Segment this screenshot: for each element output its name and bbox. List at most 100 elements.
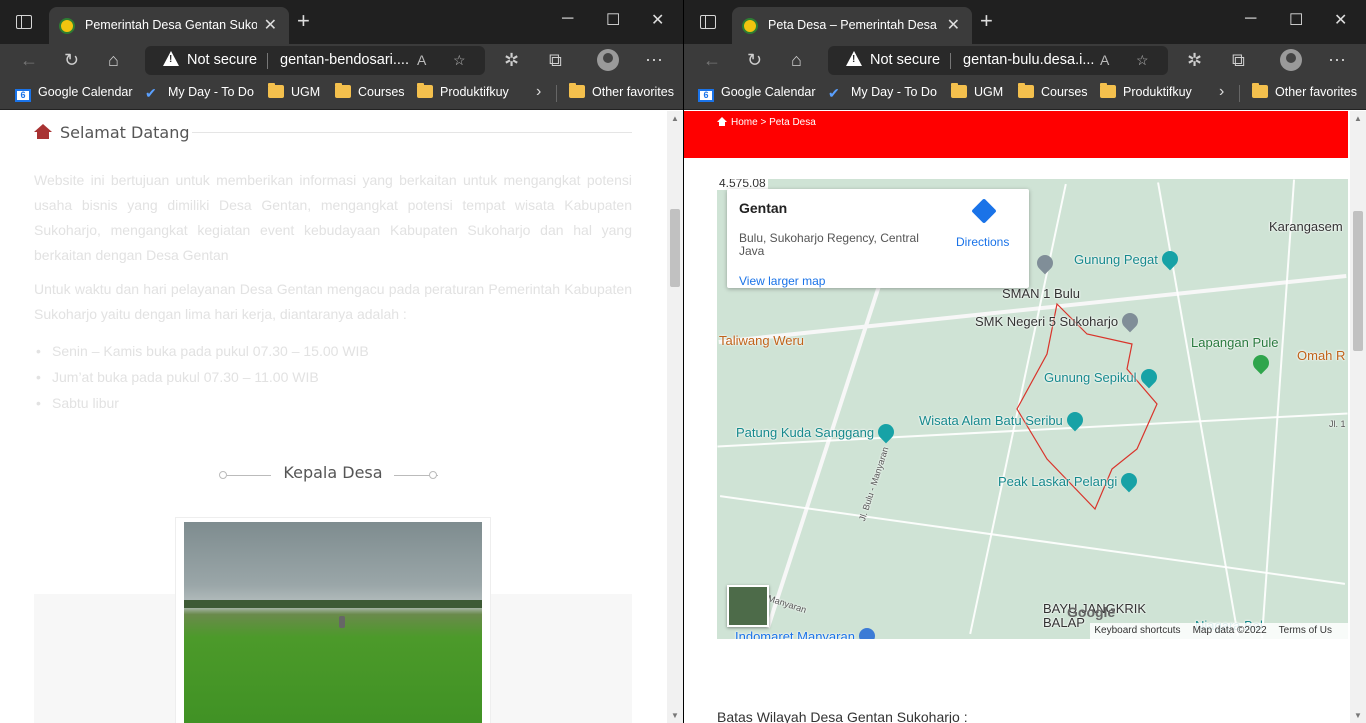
- todo-check-icon: ✔: [145, 85, 157, 101]
- village-head-photo: [184, 522, 482, 723]
- place-title: Gentan: [739, 200, 788, 216]
- maximize-icon[interactable]: ☐: [1289, 10, 1303, 30]
- place-patung-kuda[interactable]: Patung Kuda Sanggang: [736, 420, 898, 444]
- tab-active[interactable]: Pemerintah Desa Gentan Sukoharjo ✕: [49, 7, 289, 44]
- place-taliwang[interactable]: Taliwang Weru: [719, 333, 804, 348]
- scrollbar[interactable]: ▲ ▼: [1350, 111, 1366, 723]
- read-aloud-icon[interactable]: A: [417, 52, 426, 68]
- browser-window-right: Peta Desa – Pemerintah Desa Gentan ✕ + ─…: [684, 0, 1366, 723]
- warning-icon: [163, 51, 179, 66]
- extension-icon[interactable]: ✲: [504, 50, 519, 71]
- place-smk5[interactable]: SMK Negeri 5 Sukoharjo: [975, 309, 1142, 333]
- bookmark-produktifkuy[interactable]: Produktifkuy: [417, 83, 509, 99]
- page-banner: Home > Peta Desa: [684, 111, 1348, 158]
- address-bar[interactable]: Not secure gentan-bendosari.... A ☆: [145, 46, 485, 75]
- back-icon[interactable]: ←: [20, 50, 38, 71]
- directions-icon[interactable]: [971, 198, 997, 224]
- folder-icon: [1252, 83, 1268, 98]
- tab-actions-icon[interactable]: [16, 15, 32, 29]
- keyboard-shortcuts-link[interactable]: Keyboard shortcuts: [1094, 625, 1180, 636]
- map-data-label: Map data ©2022: [1192, 625, 1267, 636]
- bookmark-courses[interactable]: Courses: [335, 83, 405, 99]
- new-tab-icon[interactable]: +: [980, 10, 993, 32]
- school-pin-icon: [1118, 309, 1142, 333]
- folder-icon: [569, 83, 585, 98]
- service-paragraph: Untuk waktu dan hari pelayanan Desa Gent…: [34, 281, 632, 322]
- home-icon[interactable]: ⌂: [791, 50, 802, 71]
- add-favorite-icon[interactable]: ☆: [453, 52, 466, 69]
- close-tab-icon[interactable]: ✕: [947, 15, 960, 35]
- tab-title: Pemerintah Desa Gentan Sukoharjo: [85, 18, 257, 32]
- place-sman1[interactable]: SMAN 1 Bulu: [1002, 286, 1080, 301]
- boundary-heading: Batas Wilayah Desa Gentan Sukoharjo :: [717, 709, 968, 723]
- bookmarks-bar: 6 Google Calendar ✔ My Day - To Do UGM Cou…: [0, 77, 683, 110]
- new-tab-icon[interactable]: +: [297, 10, 310, 32]
- bookmark-ugm[interactable]: UGM: [268, 83, 320, 99]
- tab-actions-icon[interactable]: [700, 15, 716, 29]
- place-peak-laskar[interactable]: Peak Laskar Pelangi: [998, 469, 1141, 493]
- extensions-puzzle-icon[interactable]: ⧉: [1232, 50, 1245, 71]
- read-aloud-icon[interactable]: A: [1100, 52, 1109, 68]
- address-toolbar: ← ↻ ⌂ Not secure gentan-bendosari.... A …: [0, 44, 683, 77]
- view-larger-map-link[interactable]: View larger map: [739, 274, 825, 288]
- place-indomaret[interactable]: Indomaret Manyaran: [735, 624, 879, 639]
- chevron-right-icon[interactable]: ›: [536, 83, 541, 101]
- tab-active[interactable]: Peta Desa – Pemerintah Desa Gentan ✕: [732, 7, 972, 44]
- refresh-icon[interactable]: ↻: [64, 50, 79, 71]
- profile-avatar[interactable]: [1280, 49, 1302, 71]
- chevron-right-icon[interactable]: ›: [1219, 83, 1224, 101]
- scrollbar[interactable]: ▲ ▼: [667, 111, 683, 723]
- directions-link[interactable]: Directions: [956, 235, 1009, 249]
- bookmark-other-favorites[interactable]: Other favorites: [1252, 83, 1357, 99]
- add-favorite-icon[interactable]: ☆: [1136, 52, 1149, 69]
- bookmark-google-calendar[interactable]: 6 Google Calendar: [698, 85, 816, 102]
- maximize-icon[interactable]: ☐: [606, 10, 620, 30]
- home-icon[interactable]: ⌂: [108, 50, 119, 71]
- refresh-icon[interactable]: ↻: [747, 50, 762, 71]
- breadcrumb-home-link[interactable]: Home: [731, 117, 758, 128]
- bookmark-other-favorites[interactable]: Other favorites: [569, 83, 674, 99]
- more-menu-icon[interactable]: ⋯: [1328, 50, 1346, 71]
- close-tab-icon[interactable]: ✕: [264, 15, 277, 35]
- kepala-desa-heading: Kepala Desa: [283, 463, 383, 482]
- profile-avatar[interactable]: [597, 49, 619, 71]
- folder-icon: [268, 83, 284, 98]
- bookmark-courses[interactable]: Courses: [1018, 83, 1088, 99]
- browser-window-left: Pemerintah Desa Gentan Sukoharjo ✕ + ─ ☐…: [0, 0, 683, 723]
- home-icon: [34, 124, 52, 140]
- minimize-icon[interactable]: ─: [562, 10, 573, 28]
- close-window-icon[interactable]: ✕: [1334, 10, 1347, 30]
- scrollbar-thumb[interactable]: [670, 209, 680, 287]
- close-window-icon[interactable]: ✕: [651, 10, 664, 30]
- bookmark-google-calendar[interactable]: 6 Google Calendar: [15, 85, 133, 102]
- park-pin-icon: [1249, 351, 1273, 375]
- schedule-item: Jum’at buka pada pukul 07.30 – 11.00 WIB: [36, 369, 319, 385]
- folder-icon: [1018, 83, 1034, 98]
- bookmark-my-day[interactable]: ✔ My Day - To Do: [145, 85, 254, 101]
- page-content: Selamat Datang Website ini bertujuan unt…: [0, 111, 683, 723]
- school-pin-icon: [1033, 251, 1057, 275]
- place-batu-seribu[interactable]: Wisata Alam Batu Seribu: [919, 408, 1087, 432]
- bookmark-my-day[interactable]: ✔ My Day - To Do: [828, 85, 937, 101]
- place-gunung-pegat[interactable]: Gunung Pegat: [1074, 247, 1182, 271]
- more-menu-icon[interactable]: ⋯: [645, 50, 663, 71]
- terms-link[interactable]: Terms of Us: [1279, 625, 1332, 636]
- embedded-map[interactable]: 4.575.08 Karangasem Gunung Pegat SMAN 1 …: [717, 179, 1348, 639]
- place-gunung-sepikul[interactable]: Gunung Sepikul: [1044, 365, 1160, 389]
- place-address: Bulu, Sukoharjo Regency, Central Java: [739, 231, 919, 258]
- scrollbar-thumb[interactable]: [1353, 211, 1363, 351]
- minimize-icon[interactable]: ─: [1245, 10, 1256, 28]
- extensions-puzzle-icon[interactable]: ⧉: [549, 50, 562, 71]
- map-info-card: Gentan Bulu, Sukoharjo Regency, Central …: [727, 189, 1029, 288]
- back-icon[interactable]: ←: [703, 50, 721, 71]
- bookmark-produktifkuy[interactable]: Produktifkuy: [1100, 83, 1192, 99]
- bookmark-ugm[interactable]: UGM: [951, 83, 1003, 99]
- folder-icon: [335, 83, 351, 98]
- extension-icon[interactable]: ✲: [1187, 50, 1202, 71]
- satellite-toggle[interactable]: [727, 585, 769, 627]
- photo-pin-icon: [1137, 365, 1160, 389]
- place-lapangan[interactable]: Lapangan Pule: [1191, 335, 1278, 350]
- url-text: gentan-bulu.desa.i...: [963, 52, 1095, 68]
- photo-pin-icon: [1117, 469, 1141, 493]
- address-bar[interactable]: Not secure gentan-bulu.desa.i... A ☆: [828, 46, 1168, 75]
